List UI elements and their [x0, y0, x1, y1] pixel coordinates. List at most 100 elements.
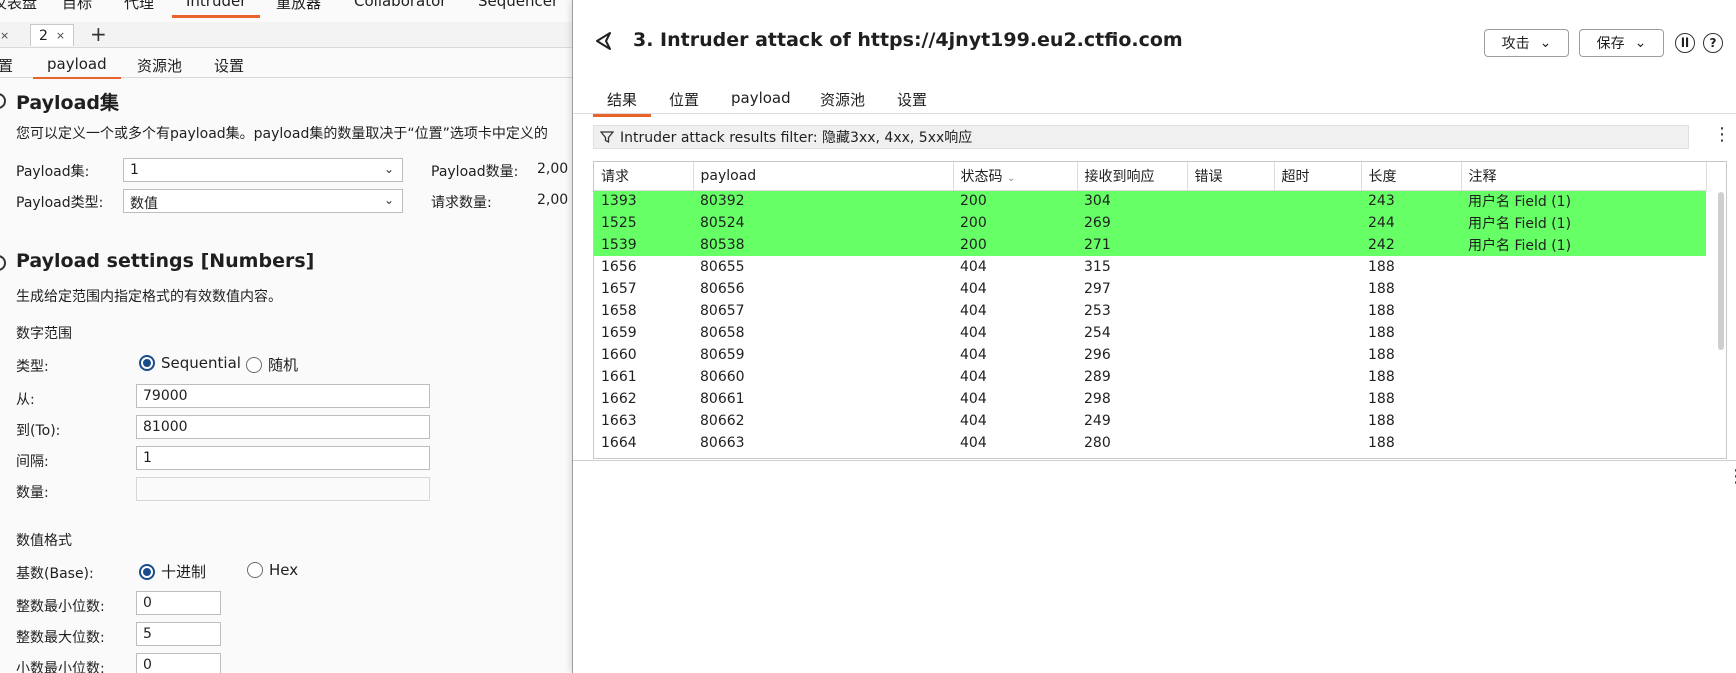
col-request[interactable]: 请求 [594, 162, 694, 191]
cell-req: 1659 [601, 325, 637, 341]
attack-tabs-row: × 2 × [0, 22, 572, 48]
nav-dashboard[interactable]: 仪表盘 [0, 0, 37, 13]
sequential-radio[interactable]: Sequential [139, 354, 241, 372]
save-menu-button[interactable]: 保存 ⌄ [1579, 29, 1664, 57]
tab-settings[interactable]: 设置 [214, 55, 244, 76]
cell-payload: 80659 [700, 347, 745, 363]
max-int-digits-input[interactable]: 5 [136, 622, 221, 646]
cell-comment [1461, 432, 1706, 454]
cell-payload: 80662 [700, 413, 745, 429]
payload-set-select[interactable]: 1 ⌄ [123, 158, 403, 182]
results-filter-bar[interactable]: Intruder attack results filter: 隐藏3xx, 4… [593, 125, 1689, 149]
step-input[interactable]: 1 [136, 446, 430, 470]
tab-positions[interactable]: 置 [0, 55, 13, 76]
cell-error [1187, 234, 1274, 256]
nav-sequencer[interactable]: Sequencer [478, 0, 558, 10]
close-icon[interactable]: × [0, 29, 9, 42]
attack-window: 3. Intruder attack of https://4jnyt199.e… [572, 0, 1736, 673]
from-input[interactable]: 79000 [136, 384, 430, 408]
col-response-received[interactable]: 接收到响应 [1077, 162, 1188, 191]
table-row[interactable]: 1658 80657 404 253 188 [594, 300, 1706, 322]
cell-comment [1461, 256, 1706, 278]
cell-comment [1461, 278, 1706, 300]
tab-results[interactable]: 结果 [592, 89, 652, 117]
col-payload[interactable]: payload [693, 162, 954, 191]
help-icon[interactable]: ? [1703, 33, 1723, 53]
cell-timeout [1274, 322, 1361, 344]
chevron-down-icon: ⌄ [1634, 35, 1647, 51]
table-row[interactable]: 1525 80524 200 269 244 用户名 Field (1) [594, 212, 1706, 234]
tab-positions[interactable]: 位置 [669, 89, 699, 110]
filter-icon [600, 131, 614, 144]
cell-comment: 用户名 Field (1) [1461, 190, 1706, 212]
attack-tab-prev[interactable]: × [0, 24, 9, 46]
nav-repeater[interactable]: 重放器 [276, 0, 321, 13]
table-row[interactable]: 1662 80661 404 298 188 [594, 388, 1706, 410]
table-row[interactable]: 1656 80655 404 315 188 [594, 256, 1706, 278]
to-label: 到(To): [16, 423, 61, 439]
attack-menu-button[interactable]: 攻击 ⌄ [1484, 29, 1569, 57]
col-error[interactable]: 错误 [1187, 162, 1275, 191]
cell-payload: 80538 [693, 234, 953, 256]
pane-divider[interactable] [573, 460, 1736, 461]
results-table: 请求 payload 状态码 ⌄ 接收到响应 错误 超时 长度 注释 1393 8… [593, 161, 1727, 459]
nav-intruder[interactable]: Intruder [171, 0, 261, 18]
nav-target[interactable]: 目标 [62, 0, 92, 13]
decimal-radio[interactable]: 十进制 [139, 561, 206, 582]
chevron-down-icon: ⌄ [383, 193, 394, 207]
attack-button-label: 攻击 [1501, 36, 1530, 52]
table-row[interactable]: 1539 80538 200 271 242 用户名 Field (1) [594, 234, 1706, 256]
table-row[interactable]: 1664 80663 404 280 188 [594, 432, 1706, 454]
cell-payload: 80657 [700, 303, 745, 319]
more-options-icon[interactable]: ⋮ [1727, 468, 1736, 486]
cell-comment [1461, 322, 1706, 344]
payload-settings-description: 生成给定范围内指定格式的有效数值内容。 [16, 289, 282, 305]
payload-type-select[interactable]: 数值 ⌄ [123, 189, 403, 213]
table-row[interactable]: 1659 80658 404 254 188 [594, 322, 1706, 344]
more-options-icon[interactable]: ⋮ [1713, 126, 1731, 144]
table-scrollbar[interactable] [1718, 192, 1724, 350]
table-row[interactable]: 1663 80662 404 249 188 [594, 410, 1706, 432]
tab-payloads[interactable]: payload [33, 55, 121, 79]
cell-timeout [1274, 190, 1361, 212]
config-tabs: 置 payload 资源池 设置 [0, 48, 572, 79]
min-int-digits-input[interactable]: 0 [136, 591, 221, 615]
col-status[interactable]: 状态码 ⌄ [953, 162, 1078, 191]
cell-payload: 80524 [693, 212, 953, 234]
close-icon[interactable]: × [56, 29, 65, 42]
tab-resource-pool[interactable]: 资源池 [820, 89, 865, 110]
attack-tab-current[interactable]: 2 × [30, 24, 75, 46]
cell-timeout [1274, 410, 1361, 432]
pause-icon[interactable]: ll [1675, 33, 1695, 53]
cell-timeout [1274, 234, 1361, 256]
hex-radio[interactable]: Hex [247, 561, 298, 579]
help-circle-icon[interactable] [0, 255, 6, 271]
tab-settings[interactable]: 设置 [897, 89, 927, 110]
table-row[interactable]: 1657 80656 404 297 188 [594, 278, 1706, 300]
results-tabs: 结果 位置 payload 资源池 设置 [573, 84, 1736, 117]
table-row[interactable]: 1393 80392 200 304 243 用户名 Field (1) [594, 190, 1706, 212]
help-circle-icon[interactable] [0, 93, 6, 109]
table-row[interactable]: 1660 80659 404 296 188 [594, 344, 1706, 366]
col-comment[interactable]: 注释 [1461, 162, 1707, 191]
payload-set-value: 1 [130, 162, 139, 178]
min-frac-digits-input[interactable]: 0 [136, 653, 221, 673]
cell-payload: 80661 [700, 391, 745, 407]
cell-req: 1525 [594, 212, 693, 234]
tab-payloads[interactable]: payload [731, 89, 791, 107]
tab-resource-pool[interactable]: 资源池 [137, 55, 182, 76]
col-timeout[interactable]: 超时 [1274, 162, 1362, 191]
cell-timeout [1274, 278, 1361, 300]
cell-comment: 用户名 Field (1) [1461, 234, 1706, 256]
col-length[interactable]: 长度 [1361, 162, 1462, 191]
nav-proxy[interactable]: 代理 [124, 0, 154, 13]
nav-collaborator[interactable]: Collaborator [354, 0, 446, 10]
random-radio[interactable]: 随机 [246, 354, 298, 375]
how-many-input[interactable] [136, 477, 430, 501]
add-tab-icon[interactable]: + [90, 24, 107, 44]
chevron-down-icon: ⌄ [383, 162, 394, 176]
to-input[interactable]: 81000 [136, 415, 430, 439]
cell-timeout [1274, 366, 1361, 388]
table-row[interactable]: 1661 80660 404 289 188 [594, 366, 1706, 388]
payload-type-value: 数值 [130, 196, 158, 212]
